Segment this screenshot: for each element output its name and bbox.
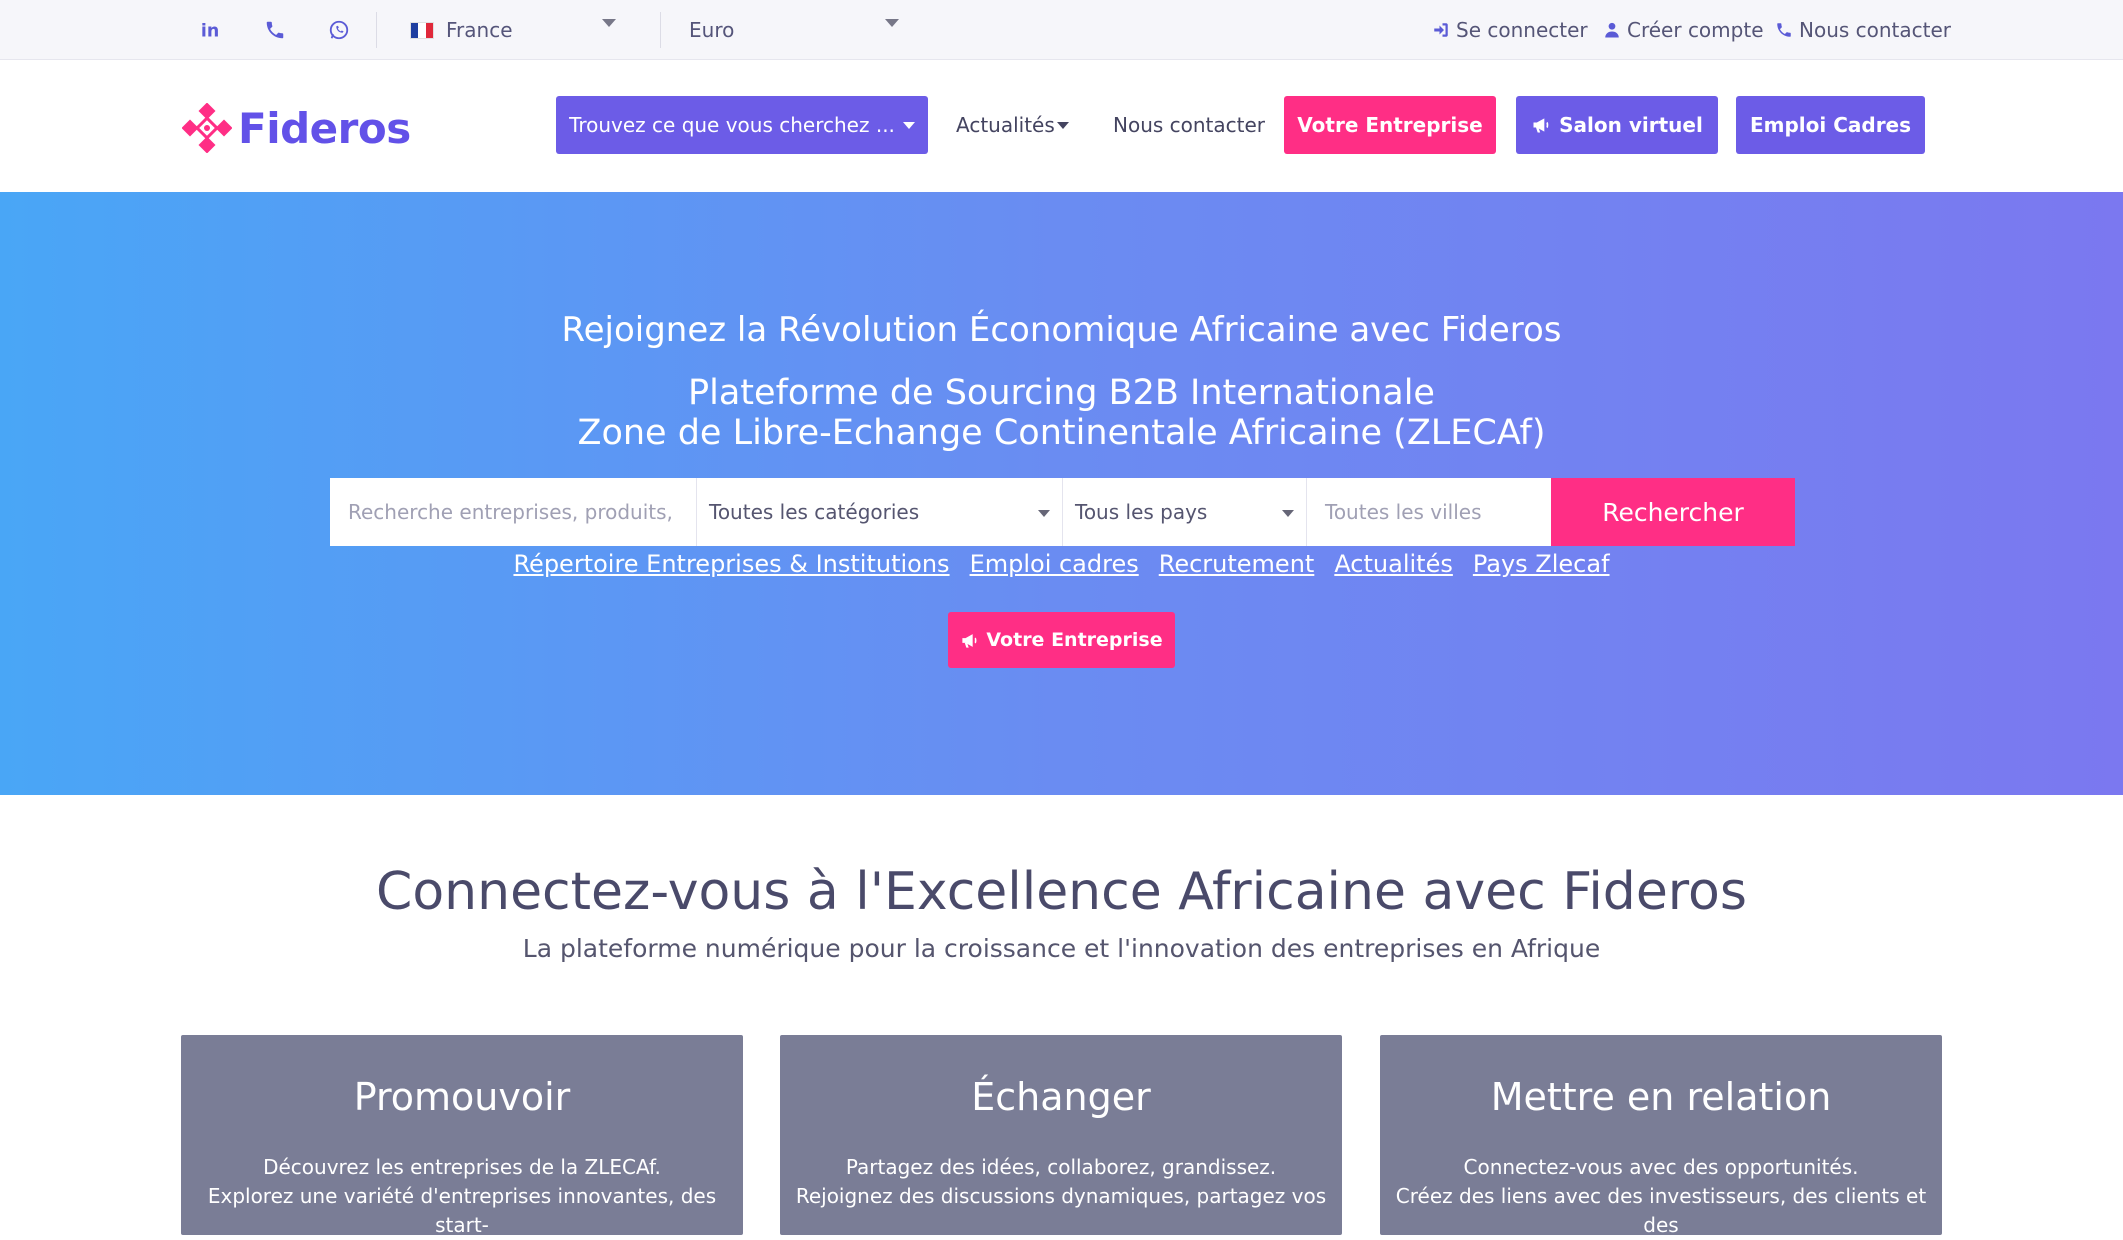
login-label: Se connecter (1456, 18, 1588, 42)
feature-card-connect: Mettre en relation Connectez-vous avec d… (1380, 1035, 1942, 1237)
feature-card-promote: Promouvoir Découvrez les entreprises de … (181, 1035, 743, 1237)
virtual-salon-button[interactable]: Salon virtuel (1516, 96, 1718, 154)
executive-jobs-link[interactable]: Emploi cadres (970, 550, 1139, 578)
nav-contact-link[interactable]: Nous contacter (1113, 96, 1265, 154)
hero-title: Rejoignez la Révolution Économique Afric… (561, 310, 1562, 350)
news-link[interactable]: Actualités (1334, 550, 1453, 578)
divider (660, 12, 661, 48)
megaphone-icon (1533, 118, 1549, 133)
contact-label: Nous contacter (1799, 18, 1952, 42)
executive-jobs-button[interactable]: Emploi Cadres (1736, 96, 1925, 154)
hero-cta-label: Votre Entreprise (986, 629, 1163, 651)
city-filter-placeholder: Toutes les villes (1325, 500, 1482, 524)
whatsapp-icon[interactable] (323, 14, 355, 46)
card-title: Échanger (971, 1075, 1151, 1119)
main-navbar: Fideros Trouvez ce que vous cherchez ...… (0, 60, 2123, 192)
hero-quick-links: Répertoire Entreprises & Institutions Em… (0, 550, 2123, 578)
svg-text:in: in (201, 21, 219, 41)
currency-select[interactable]: Euro (689, 10, 734, 50)
linkedin-icon[interactable]: in (195, 14, 227, 46)
category-select[interactable]: Toutes les catégories (697, 478, 1063, 546)
card-text: Partagez des idées, collaborez, grandiss… (790, 1153, 1332, 1211)
card-text-line2: Explorez une variété d'entreprises innov… (207, 1184, 717, 1237)
hero-subtitle-line2: Zone de Libre-Echange Continentale Afric… (577, 413, 1546, 453)
register-link[interactable]: Créer compte (1603, 13, 1764, 47)
card-text-line1: Découvrez les entreprises de la ZLECAf. (263, 1155, 661, 1179)
nav-news-label: Actualités (956, 113, 1055, 137)
chevron-down-icon[interactable] (885, 19, 899, 27)
card-text-line1: Connectez-vous avec des opportunités. (1463, 1155, 1859, 1179)
section-subtitle: La plateforme numérique pour la croissan… (522, 934, 1601, 963)
chevron-down-icon (1038, 510, 1050, 517)
section-title: Connectez-vous à l'Excellence Africaine … (376, 862, 1747, 922)
card-text-line1: Partagez des idées, collaborez, grandiss… (845, 1155, 1277, 1179)
fideros-logo[interactable]: Fideros (182, 100, 411, 156)
keyword-search-placeholder: Recherche entreprises, produits, (348, 500, 673, 524)
country-filter-select[interactable]: Tous les pays (1063, 478, 1307, 546)
zlecaf-countries-link[interactable]: Pays Zlecaf (1473, 550, 1610, 578)
country-select[interactable]: France (410, 10, 513, 50)
hero-banner: Rejoignez la Révolution Économique Afric… (0, 192, 2123, 795)
logo-text: Fideros (238, 103, 411, 153)
country-filter-value: Tous les pays (1075, 500, 1208, 524)
hero-subtitle-line1: Plateforme de Sourcing B2B International… (688, 373, 1435, 413)
search-bar: Recherche entreprises, produits, Toutes … (330, 478, 1795, 546)
keyword-search-input[interactable]: Recherche entreprises, produits, (330, 478, 697, 546)
phone-icon (1777, 23, 1791, 37)
contact-link[interactable]: Nous contacter (1775, 13, 1951, 47)
virtual-salon-label: Salon virtuel (1559, 113, 1703, 137)
nav-news-dropdown[interactable]: Actualités (956, 96, 1069, 154)
caret-down-icon (1056, 121, 1069, 129)
top-utility-bar: in France Euro Se connecter Créer compte… (0, 0, 2123, 60)
sign-in-icon (1434, 23, 1448, 37)
chevron-down-icon[interactable] (602, 19, 616, 27)
feature-card-exchange: Échanger Partagez des idées, collaborez,… (780, 1035, 1342, 1235)
city-filter-input[interactable]: Toutes les villes (1307, 478, 1551, 546)
divider (376, 12, 377, 48)
card-text: Connectez-vous avec des opportunités. Cr… (1390, 1153, 1932, 1240)
chevron-down-icon (1282, 510, 1294, 517)
phone-icon[interactable] (259, 14, 291, 46)
your-company-label: Votre Entreprise (1297, 113, 1483, 137)
directory-link[interactable]: Répertoire Entreprises & Institutions (513, 550, 949, 578)
country-select-value: France (446, 18, 513, 42)
executive-jobs-label: Emploi Cadres (1749, 113, 1912, 137)
recruitment-link[interactable]: Recrutement (1159, 550, 1315, 578)
card-text-line2: Créez des liens avec des investisseurs, … (1395, 1184, 1927, 1237)
caret-down-icon (902, 121, 915, 129)
card-title: Promouvoir (353, 1075, 571, 1119)
hero-your-company-button[interactable]: Votre Entreprise (948, 612, 1175, 668)
card-title: Mettre en relation (1490, 1075, 1832, 1119)
find-dropdown-label: Trouvez ce que vous cherchez ... (569, 113, 895, 137)
search-button-label: Rechercher (1602, 497, 1744, 527)
logo-mark-icon (182, 103, 232, 153)
find-dropdown-button[interactable]: Trouvez ce que vous cherchez ... (556, 96, 928, 154)
megaphone-icon (962, 633, 977, 648)
currency-select-value: Euro (689, 18, 735, 42)
card-text: Découvrez les entreprises de la ZLECAf. … (191, 1153, 733, 1240)
nav-contact-label: Nous contacter (1113, 113, 1266, 137)
category-select-value: Toutes les catégories (709, 500, 920, 524)
card-text-line2: Rejoignez des discussions dynamiques, pa… (795, 1184, 1327, 1208)
login-link[interactable]: Se connecter (1432, 13, 1588, 47)
search-button[interactable]: Rechercher (1551, 478, 1795, 546)
your-company-button[interactable]: Votre Entreprise (1284, 96, 1496, 154)
france-flag-icon (410, 21, 434, 39)
register-label: Créer compte (1627, 18, 1764, 42)
user-icon (1605, 22, 1619, 38)
